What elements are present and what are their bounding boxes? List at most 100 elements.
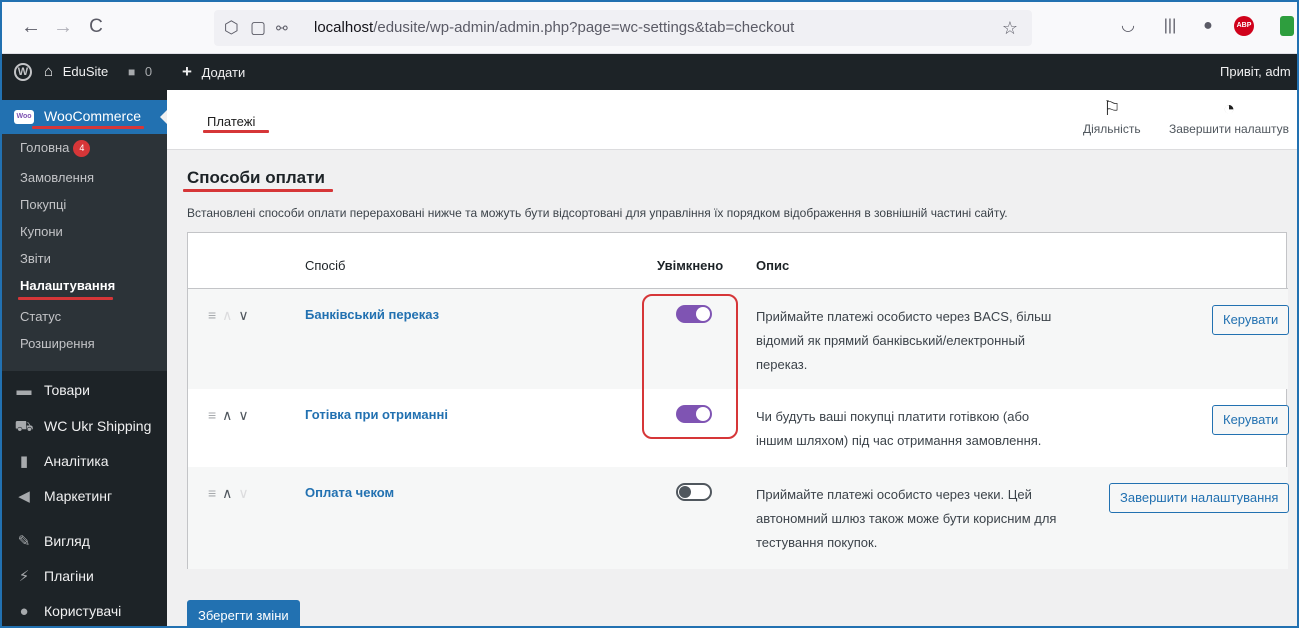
page-icon[interactable]: ▢ [250, 19, 266, 37]
plus-icon: + [182, 62, 192, 81]
submenu-item-reports[interactable]: Звіти [20, 251, 51, 266]
wordpress-logo-icon[interactable]: W [14, 63, 32, 81]
comments-count: 0 [144, 64, 153, 79]
section-title: Способи оплати [187, 168, 325, 187]
drag-handle-icon[interactable]: ≡ [208, 407, 222, 423]
sidebar-item-label: WC Ukr Shipping [44, 418, 152, 434]
submenu-item-status[interactable]: Статус [20, 309, 61, 324]
sort-controls: ≡∧∨ [208, 307, 255, 324]
forward-icon[interactable]: → [52, 16, 74, 38]
add-new-label: Додати [201, 65, 246, 80]
column-header-method: Спосіб [305, 258, 346, 273]
annotation-box [642, 294, 738, 439]
library-icon[interactable]: ||| [1160, 16, 1180, 36]
address-bar[interactable]: ⬡ ▢ ⚯ localhost/edusite/wp-admin/admin.p… [214, 10, 1032, 46]
extension-icon[interactable]: ● [1198, 16, 1218, 36]
submenu-label: Головна [20, 140, 70, 155]
move-up-icon[interactable]: ∧ [222, 407, 238, 423]
move-up-icon[interactable]: ∧ [222, 307, 238, 323]
annotation-underline [203, 130, 269, 133]
shield-icon[interactable]: ⬡ [224, 19, 239, 37]
page-title: Платежі [207, 114, 256, 129]
url-text[interactable]: localhost/edusite/wp-admin/admin.php?pag… [314, 19, 794, 36]
admin-sidebar: Woo WooCommerce Головна 4 Замовлення Поку… [2, 90, 168, 626]
submenu-item-coupons[interactable]: Купони [20, 224, 63, 239]
users-icon: ● [19, 603, 29, 620]
activity-button[interactable]: ⚐ Діяльність [1083, 98, 1141, 136]
comment-icon: ■ [128, 65, 136, 79]
gateway-name-link[interactable]: Банківський переказ [305, 307, 439, 322]
finish-setup-button[interactable]: ◔ Завершити налаштув [1169, 98, 1289, 136]
sidebar-item-users[interactable]: ● Користувачі [2, 594, 167, 626]
sidebar-item-analytics[interactable]: ▮ Аналітика [2, 444, 167, 480]
progress-circle-icon: ◔ [1222, 98, 1236, 120]
permissions-icon[interactable]: ⚯ [276, 19, 288, 37]
sidebar-item-marketing[interactable]: ◀ Маркетинг [2, 479, 167, 515]
manage-button[interactable]: Керувати [1212, 405, 1290, 435]
column-header-enabled: Увімкнено [657, 258, 724, 273]
gateway-description: Приймайте платежі особисто через BACS, б… [756, 309, 1052, 372]
manage-button[interactable]: Керувати [1212, 305, 1290, 335]
submenu-item-settings[interactable]: Налаштування [20, 278, 115, 293]
home-icon: ⌂ [44, 63, 54, 80]
finish-setup-gateway-button[interactable]: Завершити налаштування [1109, 483, 1290, 513]
sidebar-item-label: WooCommerce [44, 108, 141, 124]
sidebar-item-wc-ukr-shipping[interactable]: ⛟ WC Ukr Shipping [2, 409, 167, 445]
move-down-icon[interactable]: ∨ [238, 407, 254, 423]
sidebar-item-label: Вигляд [44, 533, 90, 549]
browser-toolbar: ← → C ⬡ ▢ ⚯ localhost/edusite/wp-admin/a… [2, 2, 1297, 54]
woocommerce-logo-icon: Woo [14, 110, 34, 124]
gateway-name-link[interactable]: Оплата чеком [305, 485, 394, 500]
annotation-underline [18, 297, 113, 300]
toggle-knob [679, 486, 691, 498]
gateway-name-link[interactable]: Готівка при отриманні [305, 407, 448, 422]
add-new-link[interactable]: + Додати [182, 54, 245, 90]
move-down-icon[interactable]: ∨ [238, 485, 254, 501]
account-greeting[interactable]: Привіт, adm [1220, 54, 1291, 90]
sidebar-item-label: Маркетинг [44, 488, 113, 504]
green-extension-icon[interactable] [1280, 16, 1294, 36]
submenu-item-extensions[interactable]: Розширення [20, 336, 95, 351]
enabled-toggle[interactable] [676, 483, 712, 501]
comments-link[interactable]: ■ 0 [128, 54, 152, 90]
adblock-icon[interactable]: ABP [1234, 16, 1254, 36]
activity-label: Діяльність [1083, 122, 1141, 136]
url-host: localhost [314, 19, 374, 36]
site-name-link[interactable]: ⌂ EduSite [44, 54, 108, 90]
sidebar-item-products[interactable]: ▬ Товари [2, 373, 167, 409]
section-description: Встановлені способи оплати перераховані … [187, 206, 1008, 220]
screenshot-frame: ← → C ⬡ ▢ ⚯ localhost/edusite/wp-admin/a… [0, 0, 1299, 628]
move-down-icon[interactable]: ∨ [238, 307, 254, 323]
truck-icon: ⛟ [14, 418, 34, 435]
paintbrush-icon: ✎ [17, 533, 31, 550]
bookmark-star-icon[interactable]: ☆ [1002, 18, 1018, 39]
sidebar-item-label: Товари [44, 382, 90, 398]
submenu-item-home[interactable]: Головна 4 [20, 140, 91, 157]
pocket-icon[interactable]: ◡ [1118, 16, 1138, 36]
submenu-item-orders[interactable]: Замовлення [20, 170, 94, 185]
save-changes-button[interactable]: Зберегти зміни [187, 600, 300, 626]
plugin-icon: ⚡ [18, 568, 30, 585]
analytics-icon: ▮ [19, 453, 29, 470]
sidebar-item-appearance[interactable]: ✎ Вигляд [2, 524, 167, 560]
products-icon: ▬ [16, 382, 32, 399]
move-up-icon[interactable]: ∧ [222, 485, 238, 501]
notification-badge: 4 [73, 140, 91, 157]
wp-admin-bar: W ⌂ EduSite ■ 0 + Додати Привіт, adm [2, 54, 1297, 90]
drag-handle-icon[interactable]: ≡ [208, 485, 222, 501]
column-header-description: Опис [756, 258, 790, 273]
sidebar-item-label: Аналітика [44, 453, 109, 469]
sidebar-item-label: Користувачі [44, 603, 122, 619]
woocommerce-submenu: Головна 4 Замовлення Покупці Купони Звіти… [2, 134, 167, 371]
annotation-underline [183, 189, 333, 192]
finish-setup-label: Завершити налаштув [1169, 122, 1289, 136]
sidebar-item-plugins[interactable]: ⚡ Плагіни [2, 559, 167, 595]
woocommerce-header: Платежі ⚐ Діяльність ◔ Завершити налашту… [167, 90, 1297, 150]
reload-icon[interactable]: C [85, 16, 107, 38]
submenu-item-customers[interactable]: Покупці [20, 197, 66, 212]
drag-handle-icon[interactable]: ≡ [208, 307, 222, 323]
gateway-description: Чи будуть ваші покупці платити готівкою … [756, 409, 1042, 448]
back-icon[interactable]: ← [20, 16, 42, 38]
table-row: ≡∧∨ Банківський переказ Приймайте платеж… [188, 289, 1290, 389]
megaphone-icon: ◀ [18, 488, 30, 505]
